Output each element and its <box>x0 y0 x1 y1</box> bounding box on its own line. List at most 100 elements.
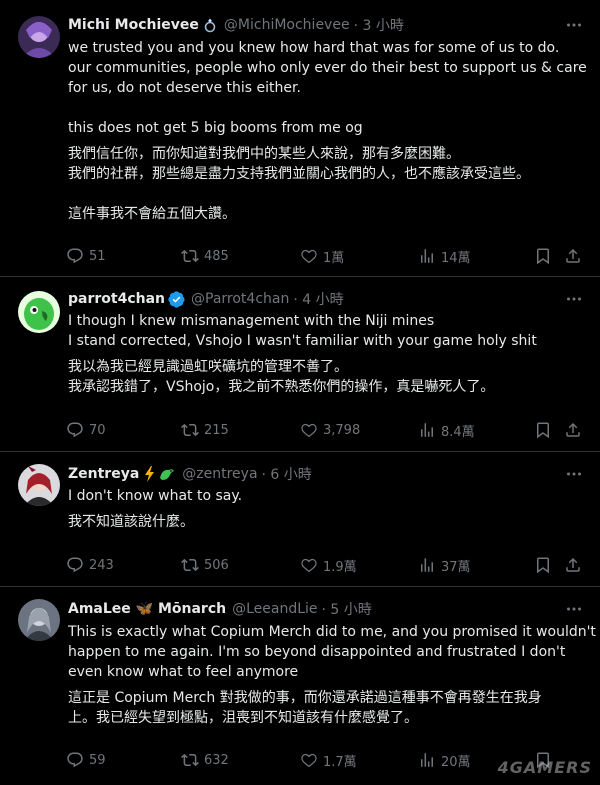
like-count: 1.9萬 <box>323 559 357 575</box>
tweet-text: I don't know what to say. 我不知道該說什麼。 <box>68 486 584 532</box>
tweet-line: we trusted you and you knew how hard tha… <box>68 40 560 56</box>
tweet-line: happen to me again. I'm so beyond disapp… <box>68 644 566 660</box>
ring-icon <box>202 17 218 33</box>
avatar[interactable] <box>18 291 60 333</box>
display-name[interactable]: parrot4chan <box>68 291 165 307</box>
tweet-line: 我以為我已經見識過虹咲礦坑的管理不善了。 <box>68 359 348 375</box>
reply-count: 51 <box>89 248 106 264</box>
display-name[interactable]: Zentreya <box>68 466 139 482</box>
handle[interactable]: @zentreya <box>182 466 257 482</box>
timestamp[interactable]: · 6 小時 <box>262 464 312 484</box>
repost-icon <box>181 249 199 263</box>
views-button[interactable]: 14萬 <box>418 245 471 267</box>
tweet-line: this does not get 5 big booms from me og <box>68 120 363 136</box>
like-button[interactable]: 1萬 <box>300 245 344 267</box>
reply-button[interactable]: 243 <box>66 554 114 576</box>
repost-icon <box>181 423 199 437</box>
views-button[interactable]: 37萬 <box>418 554 471 576</box>
tweet-line: 我們的社群，那些總是盡力支持我們並關心我們的人，也不應該承受這些。 <box>68 166 530 182</box>
avatar[interactable] <box>18 16 60 58</box>
view-count: 37萬 <box>441 559 471 575</box>
tweet-actions: 243 506 1.9萬 37萬 <box>66 554 584 576</box>
bookmark-icon <box>537 248 549 265</box>
tweet-line: 我承認我錯了，VShojo，我之前不熟悉你們的操作，真是嚇死人了。 <box>68 379 495 395</box>
tweet-line: I stand corrected, Vshojo I wasn't famil… <box>68 333 537 349</box>
repost-icon <box>181 558 199 572</box>
tweet-line: I though I knew mismanagement with the N… <box>68 313 435 329</box>
view-count: 8.4萬 <box>441 424 475 440</box>
views-chart-icon <box>421 753 433 767</box>
tweet-text: we trusted you and you knew how hard tha… <box>68 38 587 224</box>
tweet[interactable]: AmaLee 🦋 Mōnarch @LeeandLie · 5 小時 This … <box>0 587 600 785</box>
more-options-icon[interactable] <box>562 599 586 619</box>
share-button[interactable] <box>564 419 582 441</box>
views-button[interactable]: 20萬 <box>418 749 471 771</box>
timestamp[interactable]: · 5 小時 <box>322 599 372 619</box>
tweet[interactable]: Michi Mochievee @MichiMochievee · 3 小時 w… <box>0 0 600 277</box>
heart-icon <box>301 423 317 438</box>
share-icon <box>566 557 580 572</box>
tweet-line: for us, do not deserve this either. <box>68 80 301 96</box>
reply-icon <box>67 557 83 573</box>
tweet-line: 這正是 Copium Merch 對我做的事，而你還承諾過這種事不會再發生在我身 <box>68 690 542 706</box>
lightning-dragon-emoji-icon <box>142 466 176 482</box>
views-chart-icon <box>421 423 433 437</box>
reply-count: 59 <box>89 752 106 768</box>
avatar[interactable] <box>18 599 60 641</box>
bookmark-button[interactable] <box>534 554 552 576</box>
reply-button[interactable]: 70 <box>66 419 106 441</box>
reply-count: 243 <box>89 557 114 573</box>
timestamp[interactable]: · 3 小時 <box>354 15 404 35</box>
like-button[interactable]: 1.7萬 <box>300 749 357 771</box>
tweet-actions: 70 215 3,798 8.4萬 <box>66 419 584 441</box>
tweet[interactable]: parrot4chan @Parrot4chan · 4 小時 I though… <box>0 277 600 452</box>
bookmark-icon <box>537 422 549 439</box>
handle[interactable]: @MichiMochievee <box>224 17 350 33</box>
share-icon <box>566 248 580 263</box>
more-options-icon[interactable] <box>562 15 586 35</box>
repost-button[interactable]: 506 <box>181 554 229 576</box>
views-button[interactable]: 8.4萬 <box>418 419 475 441</box>
repost-count: 632 <box>204 752 229 768</box>
bookmark-button[interactable] <box>534 245 552 267</box>
more-options-icon[interactable] <box>562 464 586 484</box>
tweet-line: even know what to feel anymore <box>68 664 299 680</box>
reply-icon <box>67 248 83 264</box>
tweet[interactable]: Zentreya @zentreya · 6 小時 I don't know w… <box>0 452 600 587</box>
handle[interactable]: @LeeandLie <box>232 601 317 617</box>
like-button[interactable]: 3,798 <box>300 419 360 441</box>
repost-icon <box>181 753 199 767</box>
handle[interactable]: @Parrot4chan <box>191 291 289 307</box>
more-options-icon[interactable] <box>562 289 586 309</box>
repost-button[interactable]: 485 <box>181 245 229 267</box>
repost-count: 485 <box>204 248 229 264</box>
like-button[interactable]: 1.9萬 <box>300 554 357 576</box>
tweet-line: This is exactly what Copium Merch did to… <box>68 624 596 640</box>
tweet-text: This is exactly what Copium Merch did to… <box>68 622 596 728</box>
avatar[interactable] <box>18 464 60 506</box>
reply-button[interactable]: 59 <box>66 749 106 771</box>
share-button[interactable] <box>564 245 582 267</box>
watermark-logo: 4GAMERS <box>497 758 592 777</box>
repost-button[interactable]: 215 <box>181 419 229 441</box>
display-name[interactable]: AmaLee 🦋 Mōnarch <box>68 601 226 617</box>
tweet-line: 這件事我不會給五個大讚。 <box>68 206 236 222</box>
like-count: 1萬 <box>323 250 345 266</box>
repost-button[interactable]: 632 <box>181 749 229 771</box>
bookmark-icon <box>537 557 549 574</box>
bookmark-button[interactable] <box>534 419 552 441</box>
tweet-line: 我們信任你，而你知道對我們中的某些人來說，那有多麼困難。 <box>68 146 460 162</box>
tweet-line: 我不知道該說什麼。 <box>68 514 194 530</box>
share-button[interactable] <box>564 554 582 576</box>
display-name[interactable]: Michi Mochievee <box>68 17 199 33</box>
reply-button[interactable]: 51 <box>66 245 106 267</box>
tweet-actions: 51 485 1萬 14萬 <box>66 245 584 267</box>
reply-count: 70 <box>89 422 106 438</box>
timestamp[interactable]: · 4 小時 <box>293 289 343 309</box>
views-chart-icon <box>421 249 433 263</box>
timeline-feed: Michi Mochievee @MichiMochievee · 3 小時 w… <box>0 0 600 785</box>
verified-badge-icon <box>168 290 185 308</box>
share-icon <box>566 422 580 437</box>
